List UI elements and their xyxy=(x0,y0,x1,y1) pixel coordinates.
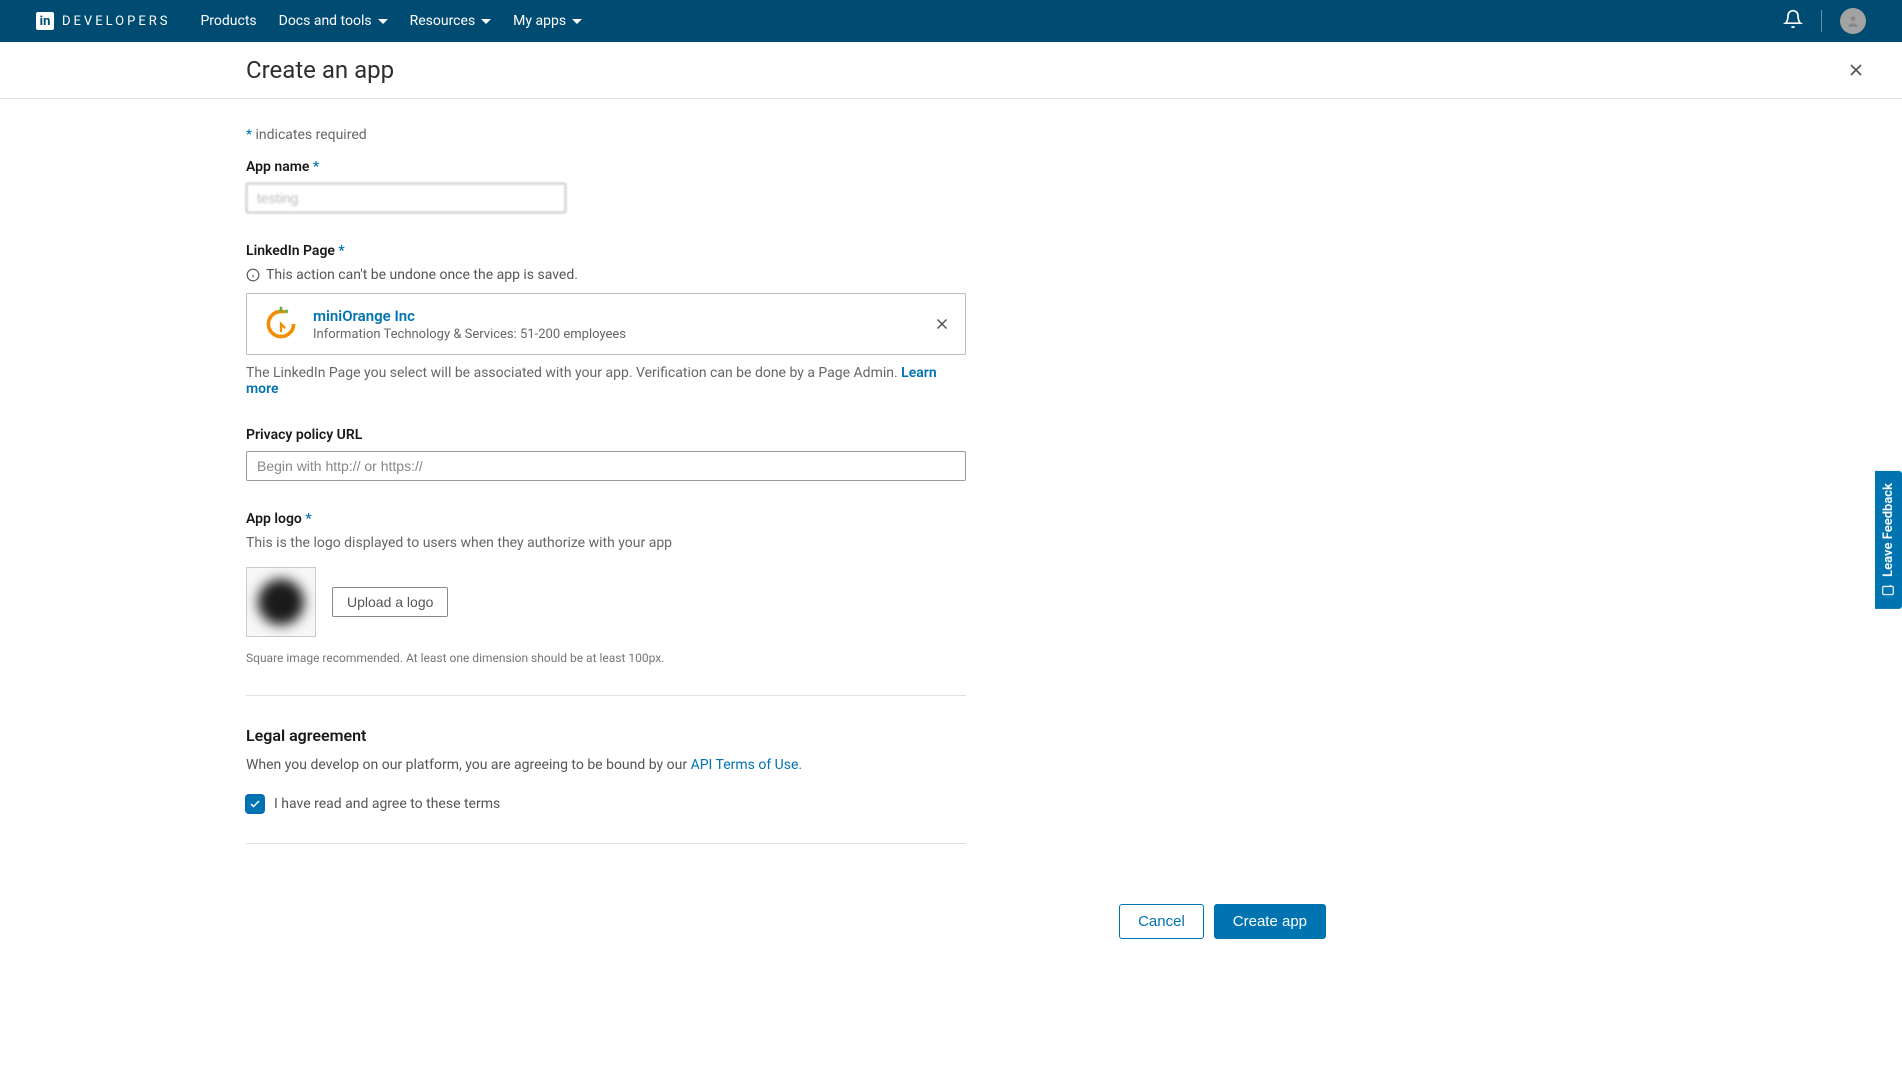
info-icon xyxy=(246,268,260,282)
legal-section: Legal agreement When you develop on our … xyxy=(246,726,966,813)
terms-checkbox[interactable] xyxy=(246,795,264,813)
nav-docs-tools[interactable]: Docs and tools xyxy=(279,13,388,29)
nav-products[interactable]: Products xyxy=(200,13,256,29)
footer-actions: Cancel Create app xyxy=(366,884,1326,939)
privacy-url-input[interactable] xyxy=(246,451,966,481)
privacy-url-label: Privacy policy URL xyxy=(246,427,966,443)
company-logo-icon xyxy=(263,306,299,342)
required-indicator-note: * indicates required xyxy=(246,127,966,143)
logo-image xyxy=(258,579,304,625)
nav-myapps-label: My apps xyxy=(513,13,566,29)
linkedin-page-label: LinkedIn Page * xyxy=(246,243,966,259)
logo-preview xyxy=(246,567,316,637)
terms-checkbox-label: I have read and agree to these terms xyxy=(274,796,500,812)
company-info: miniOrange Inc Information Technology & … xyxy=(313,307,626,342)
page-title: Create an app xyxy=(246,56,394,84)
api-terms-link[interactable]: API Terms of Use xyxy=(691,757,799,773)
field-linkedin-page: LinkedIn Page * This action can't be und… xyxy=(246,243,966,397)
logo-text: DEVELOPERS xyxy=(62,14,170,29)
user-avatar[interactable] xyxy=(1840,8,1866,34)
feedback-label: Leave Feedback xyxy=(1881,483,1896,577)
close-icon[interactable] xyxy=(1846,60,1866,80)
divider xyxy=(1821,10,1822,32)
company-subtitle: Information Technology & Services: 51-20… xyxy=(313,327,626,342)
feedback-icon xyxy=(1882,582,1896,596)
nav-resources-label: Resources xyxy=(410,13,476,29)
linkedin-icon: in xyxy=(36,12,54,30)
linkedin-page-warning: This action can't be undone once the app… xyxy=(246,267,966,283)
field-app-name: App name * xyxy=(246,159,966,213)
nav-docs-label: Docs and tools xyxy=(279,13,372,29)
chevron-down-icon xyxy=(378,19,388,24)
linkedin-page-help: The LinkedIn Page you select will be ass… xyxy=(246,365,966,397)
create-app-button[interactable]: Create app xyxy=(1214,904,1326,939)
nav-my-apps[interactable]: My apps xyxy=(513,13,582,29)
topbar-left: in DEVELOPERS Products Docs and tools Re… xyxy=(36,12,582,30)
legal-title: Legal agreement xyxy=(246,726,966,745)
company-name[interactable]: miniOrange Inc xyxy=(313,307,626,325)
section-divider xyxy=(246,695,966,696)
logo-hint: Square image recommended. At least one d… xyxy=(246,651,966,665)
cancel-button[interactable]: Cancel xyxy=(1119,904,1204,939)
top-nav-bar: in DEVELOPERS Products Docs and tools Re… xyxy=(0,0,1902,42)
nav-products-label: Products xyxy=(200,13,256,29)
remove-page-icon[interactable] xyxy=(933,315,951,333)
selected-linkedin-page-card: miniOrange Inc Information Technology & … xyxy=(246,293,966,355)
main-nav: Products Docs and tools Resources My app… xyxy=(200,13,582,29)
upload-logo-button[interactable]: Upload a logo xyxy=(332,587,448,617)
notifications-icon[interactable] xyxy=(1783,9,1803,33)
field-privacy-url: Privacy policy URL xyxy=(246,427,966,481)
form-content: * indicates required App name * LinkedIn… xyxy=(246,99,966,884)
app-logo-subtext: This is the logo displayed to users when… xyxy=(246,535,966,551)
page-header: Create an app xyxy=(0,42,1902,99)
field-app-logo: App logo * This is the logo displayed to… xyxy=(246,511,966,665)
chevron-down-icon xyxy=(481,19,491,24)
app-name-label: App name * xyxy=(246,159,966,175)
legal-text: When you develop on our platform, you ar… xyxy=(246,757,966,773)
topbar-right xyxy=(1783,8,1866,34)
chevron-down-icon xyxy=(572,19,582,24)
terms-checkbox-row: I have read and agree to these terms xyxy=(246,795,966,813)
footer-actions-wrap: Cancel Create app xyxy=(246,884,1446,939)
logo[interactable]: in DEVELOPERS xyxy=(36,12,170,30)
app-name-input[interactable] xyxy=(246,183,566,213)
nav-resources[interactable]: Resources xyxy=(410,13,492,29)
app-logo-label: App logo * xyxy=(246,511,966,527)
section-divider xyxy=(246,843,966,844)
feedback-tab[interactable]: Leave Feedback xyxy=(1875,471,1902,609)
logo-upload-row: Upload a logo xyxy=(246,567,966,637)
